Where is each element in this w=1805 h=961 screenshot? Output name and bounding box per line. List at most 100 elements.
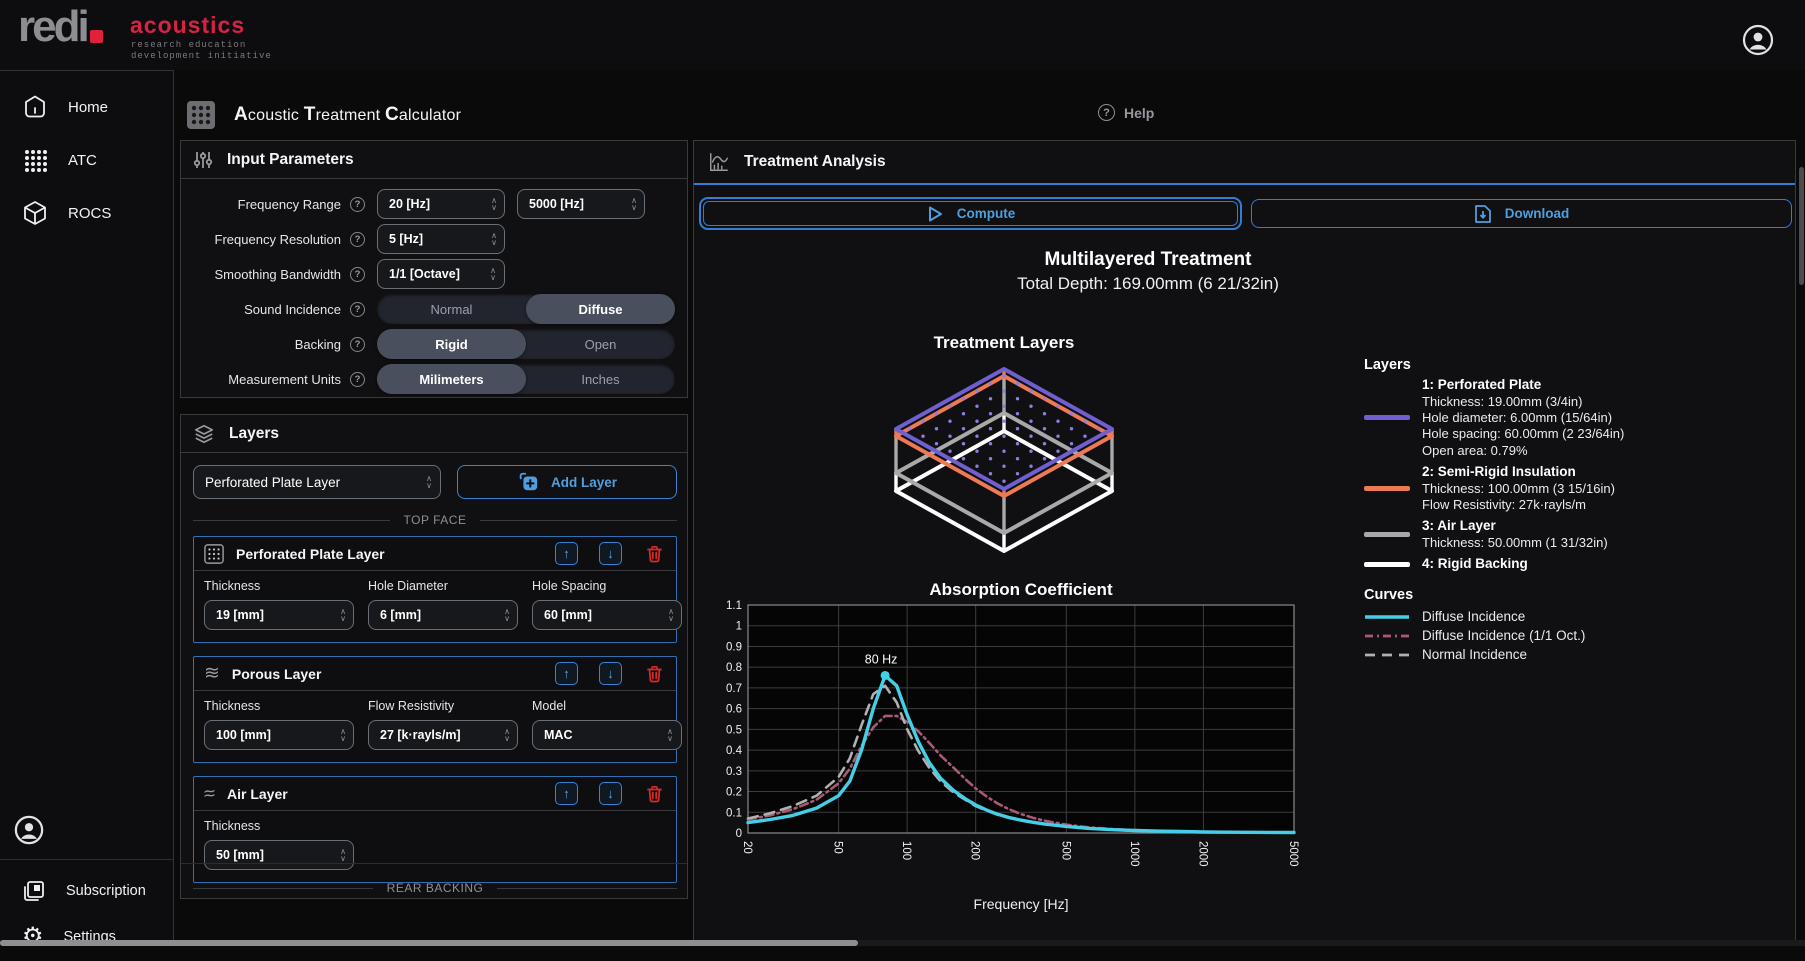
page-title: Acoustic Treatment Calculator: [186, 100, 461, 130]
compute-label: Compute: [957, 206, 1016, 221]
smoothing-bandwidth-help-icon[interactable]: ?: [350, 267, 365, 282]
curves-legend-heading: Curves: [1364, 587, 1794, 603]
legend-block: Layers 1: Perforated PlateThickness: 19.…: [1364, 357, 1794, 664]
sidebar-item-subscription[interactable]: Subscription: [0, 867, 173, 915]
chevron-down-icon: ∨: [490, 274, 496, 281]
move-layer-down-button[interactable]: ↓: [599, 782, 622, 805]
page-title-text: Acoustic Treatment Calculator: [234, 104, 461, 126]
toggle-option-diffuse[interactable]: Diffuse: [526, 294, 675, 324]
smoothing-bandwidth-row: Smoothing Bandwidth ? 1/1 [Octave]∧∨: [181, 259, 689, 289]
thickness-field: Thickness 19 [mm]∧∨: [204, 579, 354, 630]
layer-legend-entry: 1: Perforated PlateThickness: 19.00mm (3…: [1364, 377, 1794, 459]
logo-tagline-1: research education: [131, 40, 246, 50]
svg-text:1000: 1000: [1128, 841, 1140, 867]
flow-resistivity-field: Flow Resistivity 27 [k·rayls/m]∧∨: [368, 699, 518, 750]
sidebar-item-home[interactable]: Home: [0, 83, 173, 131]
sidebar-nav: Home ATC ROCS Subscription ⚙ Settings: [0, 70, 174, 946]
sidebar-item-rocs[interactable]: ROCS: [0, 189, 173, 237]
thickness-input[interactable]: 100 [mm]∧∨: [204, 720, 354, 750]
treatment-layers-3d-diagram: [859, 359, 1149, 571]
layer-color-swatch: [1364, 562, 1410, 567]
input-parameters-title: Input Parameters: [227, 151, 354, 169]
move-layer-up-button[interactable]: ↑: [555, 782, 578, 805]
sidebar-label-subscription: Subscription: [66, 883, 146, 899]
frequency-min-input[interactable]: 20 [Hz]∧∨: [377, 189, 505, 219]
frequency-range-help-icon[interactable]: ?: [350, 197, 365, 212]
download-button[interactable]: Download: [1251, 199, 1792, 228]
home-icon: [22, 94, 48, 120]
layer-card-title: Air Layer: [227, 786, 534, 802]
frequency-max-input[interactable]: 5000 [Hz]∧∨: [517, 189, 645, 219]
spinner-down-icon[interactable]: ∨: [491, 239, 497, 246]
top-face-divider: TOP FACE: [193, 513, 677, 527]
curve-legend-entry: Diffuse Incidence (1/1 Oct.): [1364, 626, 1794, 645]
play-icon: [926, 205, 944, 223]
move-layer-down-button[interactable]: ↓: [599, 662, 622, 685]
sidebar-divider: [0, 859, 173, 860]
layer-color-swatch: [1364, 415, 1410, 420]
download-label: Download: [1505, 206, 1570, 221]
sliders-icon: [193, 150, 213, 170]
delete-layer-button[interactable]: [643, 542, 666, 565]
backing-help-icon[interactable]: ?: [350, 337, 365, 352]
svg-text:0.7: 0.7: [726, 683, 742, 695]
model-select[interactable]: MAC∧∨: [532, 720, 682, 750]
absorption-coefficient-chart: 00.10.20.30.40.50.60.70.80.911.120501002…: [710, 579, 1302, 917]
logo-acoustics-text: acoustics: [130, 12, 245, 39]
horizontal-scrollbar-thumb[interactable]: [0, 940, 858, 946]
sidebar-avatar-icon[interactable]: [14, 815, 44, 845]
logo-tagline-2: development initiative: [131, 51, 272, 61]
toggle-option-rigid[interactable]: Rigid: [377, 329, 526, 359]
user-avatar-icon[interactable]: [1742, 24, 1774, 56]
input-parameters-panel: Input Parameters Frequency Range ? 20 [H…: [180, 140, 688, 398]
smoothing-bandwidth-select[interactable]: 1/1 [Octave]∧∨: [377, 259, 505, 289]
svg-text:200: 200: [969, 841, 981, 860]
move-layer-down-button[interactable]: ↓: [599, 542, 622, 565]
hole-diameter-input[interactable]: 6 [mm]∧∨: [368, 600, 518, 630]
svg-text:0.5: 0.5: [726, 724, 742, 736]
result-title: Multilayered Treatment: [798, 249, 1498, 271]
treatment-analysis-header: Treatment Analysis: [694, 141, 1795, 185]
svg-text:500: 500: [1059, 841, 1071, 860]
hole-spacing-input[interactable]: 60 [mm]∧∨: [532, 600, 682, 630]
flow-resistivity-input[interactable]: 27 [k·rayls/m]∧∨: [368, 720, 518, 750]
svg-text:0.3: 0.3: [726, 766, 742, 778]
measurement-units-row: Measurement Units ? Milimeters Inches: [181, 364, 689, 394]
curve-legend-entry: Normal Incidence: [1364, 645, 1794, 664]
svg-text:2000: 2000: [1196, 841, 1208, 867]
frequency-resolution-help-icon[interactable]: ?: [350, 232, 365, 247]
sidebar-item-atc[interactable]: ATC: [0, 136, 173, 184]
compute-button[interactable]: Compute: [699, 197, 1242, 230]
frequency-resolution-row: Frequency Resolution ? 5 [Hz]∧∨: [181, 224, 689, 254]
add-layer-icon: [517, 471, 539, 493]
spinner-down-icon[interactable]: ∨: [631, 204, 637, 211]
delete-layer-button[interactable]: [643, 662, 666, 685]
measurement-units-help-icon[interactable]: ?: [350, 372, 365, 387]
move-layer-up-button[interactable]: ↑: [555, 542, 578, 565]
toggle-option-normal[interactable]: Normal: [377, 294, 526, 324]
sidebar-item-settings[interactable]: ⚙ Settings: [0, 913, 173, 961]
diagram-title: Treatment Layers: [854, 333, 1154, 353]
spinner-down-icon[interactable]: ∨: [491, 204, 497, 211]
thickness-input[interactable]: 19 [mm]∧∨: [204, 600, 354, 630]
layer-legend-entry: 2: Semi-Rigid InsulationThickness: 100.0…: [1364, 464, 1794, 513]
vertical-scrollbar-thumb[interactable]: [1799, 167, 1804, 285]
svg-text:100: 100: [900, 841, 912, 860]
toggle-option-inches[interactable]: Inches: [526, 364, 675, 394]
air-waves-icon: ≈: [204, 785, 215, 803]
toggle-option-open[interactable]: Open: [526, 329, 675, 359]
layer-type-select[interactable]: Perforated Plate Layer ∧∨: [193, 465, 441, 499]
help-button[interactable]: ? Help: [1098, 104, 1154, 121]
cube-icon: [22, 200, 48, 226]
delete-layer-button[interactable]: [643, 782, 666, 805]
add-layer-button[interactable]: Add Layer: [457, 465, 677, 499]
svg-text:0.4: 0.4: [726, 745, 743, 757]
subscription-icon: [22, 879, 46, 903]
sound-incidence-help-icon[interactable]: ?: [350, 302, 365, 317]
move-layer-up-button[interactable]: ↑: [555, 662, 578, 685]
frequency-resolution-input[interactable]: 5 [Hz]∧∨: [377, 224, 505, 254]
toggle-option-milimeters[interactable]: Milimeters: [377, 364, 526, 394]
sidebar-label-atc: ATC: [68, 152, 97, 169]
svg-text:50: 50: [832, 841, 844, 854]
sound-incidence-row: Sound Incidence ? Normal Diffuse: [181, 294, 689, 324]
